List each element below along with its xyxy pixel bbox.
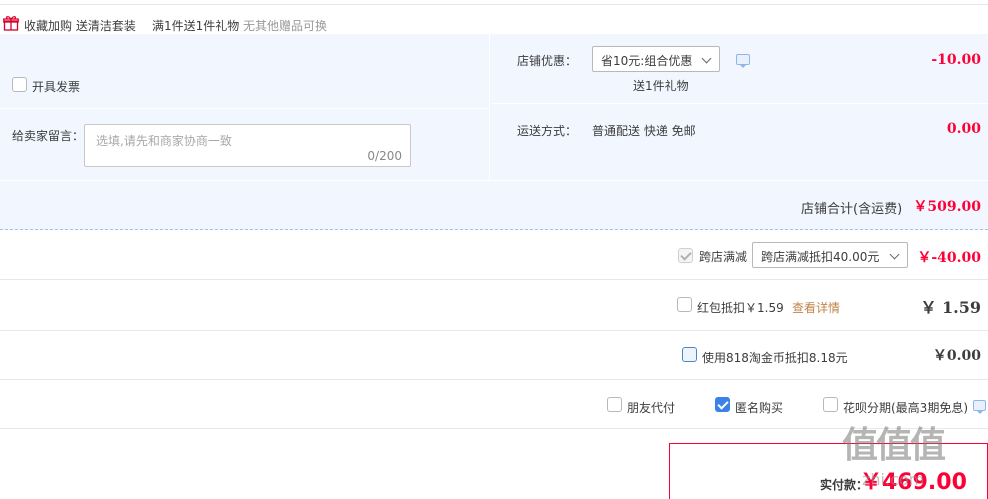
discount-select[interactable]: 省10元:组合优惠: [592, 46, 720, 72]
cross-store-select-value: 跨店满减抵扣40.00元: [761, 250, 880, 264]
anonymous-label: 匿名购买: [735, 401, 784, 415]
divider: [0, 279, 988, 280]
red-packet-checkbox[interactable]: [677, 297, 692, 312]
shop-total-label: 店铺合计(含运费): [801, 202, 903, 217]
shipping-label: 运送方式：: [517, 124, 578, 138]
gift-favorite-text: 收藏加购 送清洁套装: [24, 19, 136, 33]
discount-label: 店铺优惠：: [517, 54, 578, 68]
discount-section: [492, 34, 988, 104]
taojinbi-amount: ￥0.00: [932, 348, 981, 364]
discount-select-value: 省10元:组合优惠: [601, 54, 693, 68]
message-placeholder: 选填,请先和商家协商一致: [96, 134, 232, 148]
invoice-label: 开具发票: [32, 80, 81, 94]
red-packet-details-link[interactable]: 查看详情: [792, 299, 840, 316]
red-packet-amount: ￥ 1.59: [920, 298, 981, 317]
huabei-checkbox[interactable]: [823, 397, 838, 412]
cross-store-amount: ￥-40.00: [917, 250, 981, 266]
invoice-checkbox[interactable]: [12, 77, 27, 92]
message-bubble-icon[interactable]: [736, 54, 750, 68]
gift-buy-one-text: 满1件送1件礼物: [152, 19, 240, 33]
chevron-down-icon: [701, 53, 712, 64]
shipping-amount: 0.00: [946, 121, 981, 137]
cross-store-checkbox[interactable]: [678, 248, 693, 263]
anonymous-checkbox[interactable]: [715, 397, 730, 412]
huabei-label: 花呗分期(最高3期免息): [843, 401, 968, 415]
shop-total-amount: ￥509.00: [913, 199, 981, 215]
discount-amount: -10.00: [931, 52, 981, 68]
watermark-url: zhi.com: [862, 470, 925, 489]
taojinbi-label: 使用818淘金币抵扣8.18元: [702, 351, 848, 365]
red-packet-label: 红包抵扣￥1.59: [697, 301, 784, 315]
divider: [0, 379, 988, 380]
gift-promo-row: 收藏加购 送清洁套装 满1件送1件礼物 无其他赠品可换: [0, 4, 988, 34]
seller-message-input[interactable]: 选填,请先和商家协商一致 0/200: [84, 124, 411, 167]
cross-store-label: 跨店满减: [699, 250, 748, 264]
gift-icon: [3, 16, 19, 31]
cross-store-select[interactable]: 跨店满减抵扣40.00元: [752, 242, 908, 268]
chevron-down-icon: [889, 249, 900, 260]
message-label: 给卖家留言：: [12, 129, 85, 143]
friend-pay-label: 朋友代付: [627, 401, 676, 415]
divider: [0, 330, 988, 331]
taojinbi-checkbox[interactable]: [682, 347, 697, 362]
gift-no-exchange-text: 无其他赠品可换: [243, 19, 328, 33]
friend-pay-checkbox[interactable]: [607, 397, 622, 412]
shop-summary-panel: 开具发票 给卖家留言： 选填,请先和商家协商一致 0/200 店铺优惠： 省10…: [0, 34, 988, 230]
message-bubble-icon[interactable]: [973, 400, 986, 414]
invoice-section: 开具发票: [0, 34, 490, 109]
shipping-value: 普通配送 快递 免邮: [592, 124, 696, 138]
message-char-count: 0/200: [367, 149, 402, 163]
discount-note: 送1件礼物: [633, 79, 689, 93]
shipping-section: [492, 104, 988, 180]
watermark-logo: 值值值: [842, 425, 946, 466]
divider: [0, 428, 988, 429]
